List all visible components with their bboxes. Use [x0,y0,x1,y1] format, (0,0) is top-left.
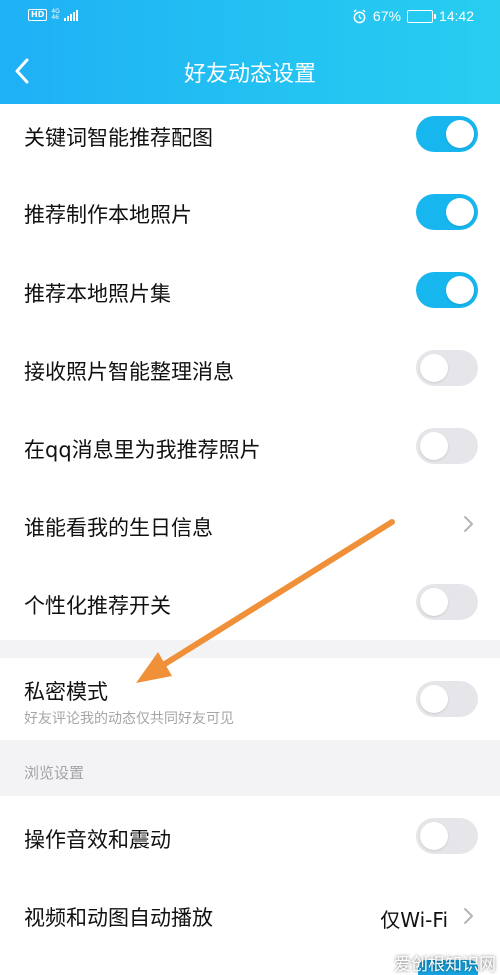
setting-label: 接收照片智能整理消息 [24,360,234,384]
toggle-switch[interactable] [416,272,478,308]
battery-percent: 67% [372,8,401,24]
toggle-switch[interactable] [416,116,478,152]
clock: 14:42 [438,8,474,24]
chevron-right-icon [464,908,473,924]
setting-label: 在qq消息里为我推荐照片 [24,438,261,462]
status-bar: HD 4G 46 67% 14:42 [0,0,500,36]
app-header: HD 4G 46 67% 14:42 好友动态设置 [0,0,500,104]
toggle-switch[interactable] [416,428,478,464]
navigation-bar: 好友动态设置 [0,42,500,100]
toggle-switch[interactable] [416,584,478,620]
setting-row-photo-organize[interactable]: 接收照片智能整理消息 [0,328,500,406]
section-title: 浏览设置 [24,764,85,782]
setting-row-photo-collections[interactable]: 推荐本地照片集 [0,250,500,328]
setting-label: 视频和动图自动播放 [24,906,213,930]
setting-label: 操作音效和震动 [24,828,171,852]
toggle-switch[interactable] [416,681,478,717]
setting-row-personalized-recommend[interactable]: 个性化推荐开关 [0,562,500,640]
setting-label: 关键词智能推荐配图 [24,126,213,150]
toggle-switch[interactable] [416,350,478,386]
chevron-right-icon [464,516,473,532]
setting-description: 好友评论我的动态仅共同好友可见 [24,711,234,727]
setting-row-smart-image[interactable]: 关键词智能推荐配图 [0,104,500,170]
toggle-switch[interactable] [416,818,478,854]
network-type-bottom: 46 [51,14,59,21]
battery-icon [406,9,436,23]
setting-label: 谁能看我的生日信息 [24,516,213,540]
page-title: 好友动态设置 [183,62,316,87]
network-type: 4G 46 [51,9,59,21]
section-header: 浏览设置 [0,740,500,796]
setting-row-sound-vibration[interactable]: 操作音效和震动 [0,796,500,876]
setting-row-qq-photo-recommend[interactable]: 在qq消息里为我推荐照片 [0,406,500,484]
toggle-switch[interactable] [416,194,478,230]
setting-label: 私密模式 [24,680,108,704]
setting-row-local-photos[interactable]: 推荐制作本地照片 [0,172,500,250]
setting-row-private-mode[interactable]: 私密模式 好友评论我的动态仅共同好友可见 [0,658,500,740]
system-status: 67% 14:42 [352,8,474,24]
alarm-icon [353,8,366,23]
watermark: 爱创根知识网 [394,955,496,975]
signal-icon [63,9,78,21]
setting-label: 推荐制作本地照片 [24,203,192,227]
setting-value: 仅Wi-Fi [380,908,448,932]
setting-row-birthday-visibility[interactable]: 谁能看我的生日信息 [0,484,500,562]
setting-label: 个性化推荐开关 [24,594,171,618]
section-divider [0,640,500,658]
network-status: HD 4G 46 [28,9,78,21]
setting-row-autoplay[interactable]: 视频和动图自动播放 仅Wi-Fi [0,876,500,956]
hd-badge: HD [28,9,48,21]
setting-label: 推荐本地照片集 [24,282,171,306]
